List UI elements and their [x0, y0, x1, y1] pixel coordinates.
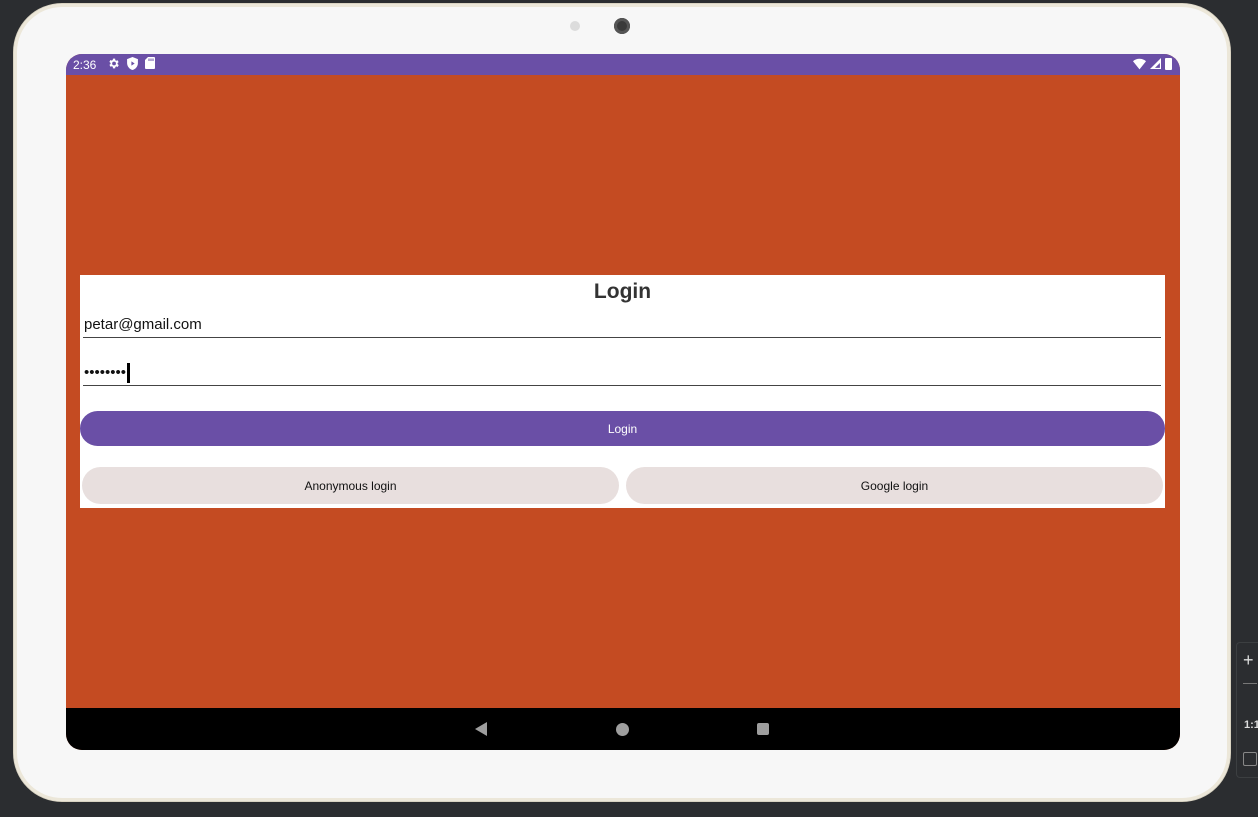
- tablet-frame: 2:36 Login petar@gmail.com •••••••• Logi…: [14, 4, 1230, 801]
- status-time: 2:36: [73, 58, 97, 72]
- signal-icon: [1150, 58, 1161, 69]
- gear-icon: [107, 57, 120, 70]
- actual-size-button[interactable]: 1:1: [1244, 719, 1258, 731]
- recents-icon[interactable]: [757, 723, 769, 735]
- navigation-bar: [66, 708, 1180, 750]
- login-title: Login: [593, 280, 652, 303]
- login-button[interactable]: Login: [80, 411, 1165, 446]
- sd-card-icon: [145, 57, 155, 69]
- email-field[interactable]: petar@gmail.com: [83, 313, 1161, 338]
- sensor-dot: [570, 21, 580, 31]
- text-cursor: [127, 363, 130, 384]
- wifi-icon: [1133, 58, 1146, 70]
- email-value: petar@gmail.com: [84, 316, 202, 333]
- login-card: Login petar@gmail.com •••••••• Login Ano…: [80, 275, 1165, 508]
- google-login-button[interactable]: Google login: [626, 467, 1163, 504]
- device-screen: 2:36 Login petar@gmail.com •••••••• Logi…: [66, 54, 1180, 750]
- shield-icon: [127, 57, 138, 70]
- front-camera: [614, 18, 630, 34]
- emulator-zoom-toolbar: + 1:1: [1236, 642, 1258, 778]
- home-icon[interactable]: [616, 723, 629, 736]
- battery-icon: [1165, 58, 1172, 70]
- anonymous-login-button[interactable]: Anonymous login: [82, 467, 619, 504]
- fit-screen-icon[interactable]: [1243, 752, 1257, 766]
- status-bar: 2:36: [66, 54, 1180, 75]
- password-field[interactable]: ••••••••: [83, 360, 1161, 386]
- zoom-out-button[interactable]: [1243, 683, 1257, 684]
- back-icon[interactable]: [475, 722, 487, 736]
- zoom-in-button[interactable]: +: [1243, 651, 1254, 669]
- password-value: ••••••••: [84, 364, 127, 381]
